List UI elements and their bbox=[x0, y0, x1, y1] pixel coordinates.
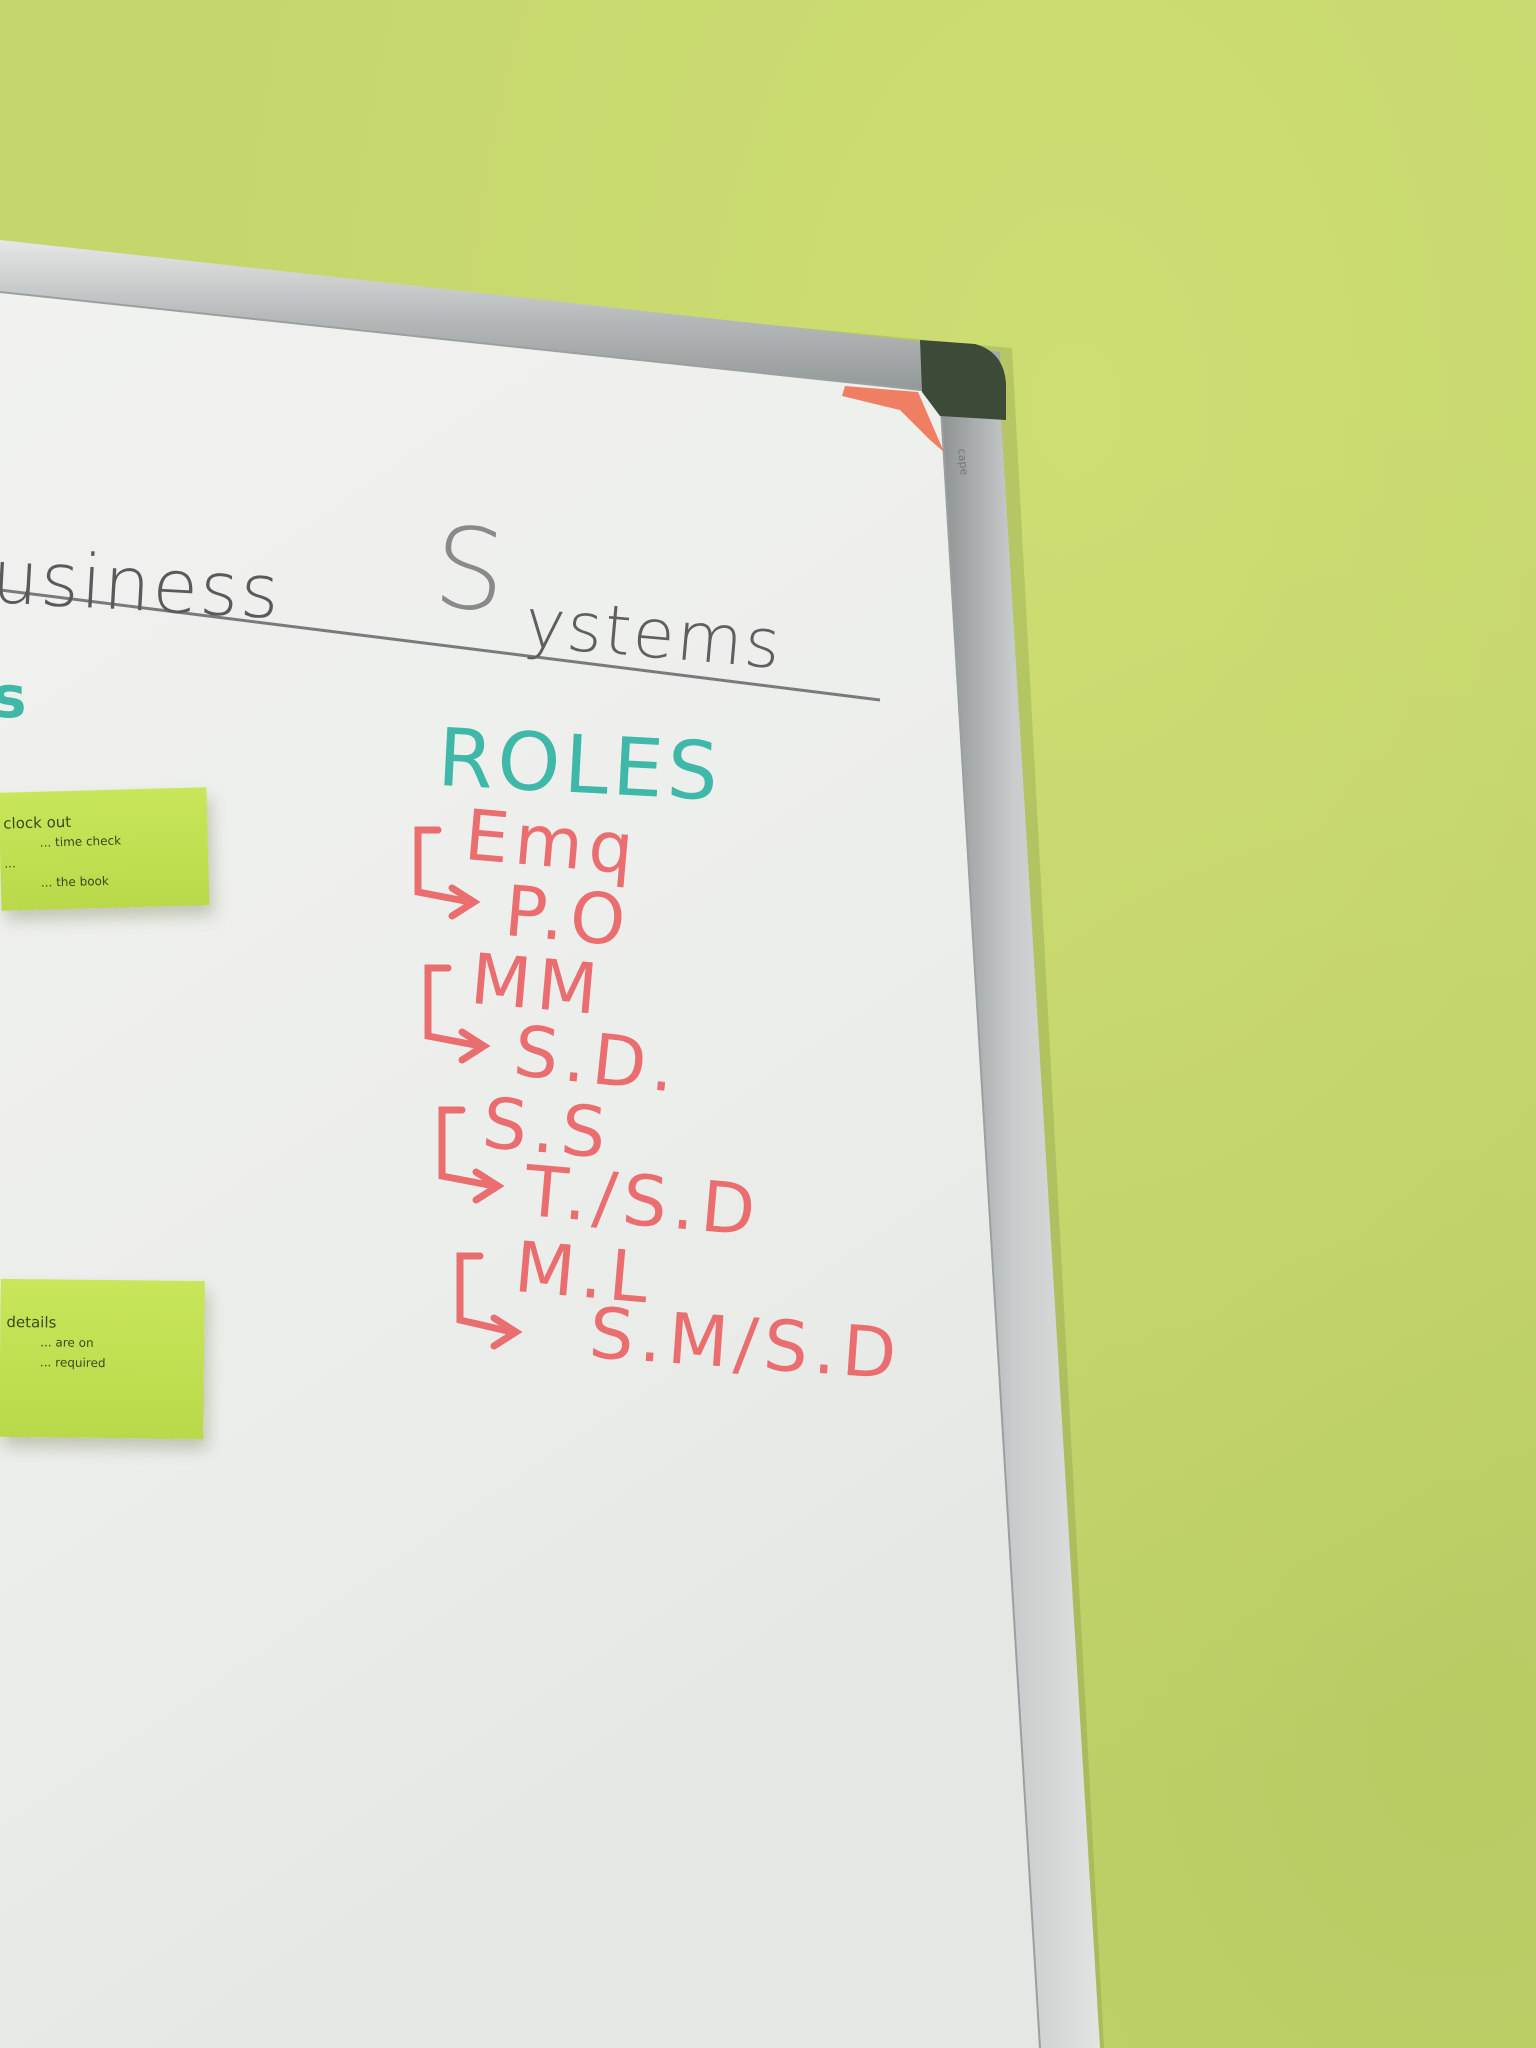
board-brand-label: cape bbox=[955, 448, 971, 476]
sticky-note-2-line: details bbox=[6, 1312, 57, 1332]
title-business: usiness bbox=[0, 534, 284, 637]
sticky-note-1-line: ... time check bbox=[39, 833, 122, 850]
sticky-note-1-line: clock out bbox=[3, 812, 72, 833]
role-4-mapping: S.M/S.D bbox=[586, 1292, 905, 1396]
sticky-note-2: details ... are on ... required bbox=[0, 1278, 205, 1440]
sticky-note-1-line: ... bbox=[4, 856, 16, 871]
role-1-name: Emq bbox=[461, 794, 643, 891]
sticky-note-1-line: ... the book bbox=[40, 873, 110, 890]
sticky-note-2-line: ... required bbox=[39, 1355, 106, 1371]
sticky-note-2-line: ... are on bbox=[40, 1335, 94, 1350]
sticky-note-1: clock out ... time check ... ... the boo… bbox=[0, 787, 210, 911]
cut-off-teal-heading: s bbox=[0, 663, 27, 731]
whiteboard bbox=[0, 240, 1104, 2048]
title-systems-initial: S bbox=[429, 503, 512, 638]
